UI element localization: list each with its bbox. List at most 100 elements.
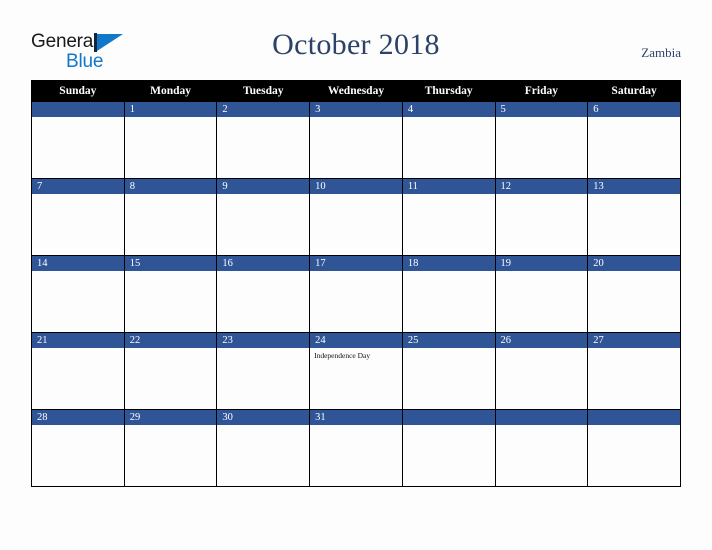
calendar-week-row: 21 22 23 24 Independence Day 25 26 27 <box>31 332 681 410</box>
day-event-area <box>403 271 495 274</box>
calendar-day-cell[interactable]: 24 Independence Day <box>309 332 403 410</box>
calendar-day-cell[interactable]: 18 <box>401 255 496 333</box>
calendar-day-cell[interactable]: 20 <box>587 255 681 333</box>
calendar-page: General Blue October 2018 Zambia Sunday M… <box>0 0 712 550</box>
calendar-day-cell[interactable]: 27 <box>587 332 681 410</box>
day-event-area <box>217 194 309 197</box>
calendar-day-cell[interactable]: 31 <box>309 409 403 487</box>
calendar-week-row: 7 8 9 10 11 12 13 <box>31 178 681 256</box>
day-event-area <box>588 117 680 120</box>
calendar-grid: Sunday Monday Tuesday Wednesday Thursday Frid… <box>31 80 681 487</box>
calendar-day-cell[interactable]: 1 <box>123 101 218 179</box>
calendar-body: 1 2 3 4 5 6 7 8 9 10 11 12 13 14 15 16 17 18 19 20 21 22 23 24 I… <box>31 101 681 487</box>
day-event-area <box>310 194 402 197</box>
calendar-day-cell[interactable]: 23 <box>216 332 311 410</box>
calendar-empty-cell <box>587 409 681 487</box>
calendar-week-row: 28 29 30 31 <box>31 409 681 487</box>
calendar-day-cell[interactable]: 26 <box>494 332 589 410</box>
calendar-day-cell[interactable]: 7 <box>31 178 125 256</box>
day-number: 21 <box>32 333 124 348</box>
day-event-area <box>125 194 217 197</box>
day-number: 24 <box>310 333 402 348</box>
calendar-header-row: Sunday Monday Tuesday Wednesday Thursday Frid… <box>31 80 681 102</box>
day-event-area <box>217 271 309 274</box>
calendar-day-cell[interactable]: 11 <box>401 178 496 256</box>
day-event-area <box>588 348 680 351</box>
day-number: 22 <box>124 333 217 348</box>
day-event-area <box>125 271 217 274</box>
region-label: Zambia <box>641 45 681 60</box>
day-number: 26 <box>495 333 588 348</box>
day-event-area <box>217 117 309 120</box>
day-number: 13 <box>588 179 680 194</box>
day-event-area <box>496 117 588 120</box>
page-title: October 2018 <box>272 28 440 61</box>
calendar-day-cell[interactable]: 19 <box>494 255 589 333</box>
calendar-day-cell[interactable]: 17 <box>309 255 403 333</box>
page-header: General Blue October 2018 Zambia <box>0 0 712 80</box>
day-number: 18 <box>402 256 495 271</box>
calendar-day-cell[interactable]: 8 <box>123 178 218 256</box>
day-number: 1 <box>124 102 217 117</box>
calendar-day-cell[interactable]: 21 <box>31 332 125 410</box>
weekday-header-wednesday: Wednesday <box>309 80 403 102</box>
day-number: 11 <box>402 179 495 194</box>
calendar-day-cell[interactable]: 14 <box>31 255 125 333</box>
day-number: 2 <box>217 102 310 117</box>
day-number: 27 <box>588 333 680 348</box>
day-event-area <box>310 271 402 274</box>
calendar-day-cell[interactable]: 15 <box>123 255 218 333</box>
day-number: 19 <box>495 256 588 271</box>
day-number: 20 <box>588 256 680 271</box>
calendar-day-cell[interactable]: 2 <box>216 101 311 179</box>
day-event-area <box>32 194 124 197</box>
calendar-day-cell[interactable]: 30 <box>216 409 311 487</box>
day-event-area <box>125 425 217 428</box>
calendar-day-cell[interactable]: 22 <box>123 332 218 410</box>
day-number: 25 <box>402 333 495 348</box>
calendar-week-row: 14 15 16 17 18 19 20 <box>31 255 681 333</box>
calendar-day-cell[interactable]: 6 <box>587 101 681 179</box>
day-event-area <box>496 348 588 351</box>
calendar-day-cell[interactable]: 5 <box>494 101 589 179</box>
day-event-area <box>403 117 495 120</box>
calendar-day-cell[interactable]: 16 <box>216 255 311 333</box>
calendar-day-cell[interactable]: 29 <box>123 409 218 487</box>
weekday-header-tuesday: Tuesday <box>216 80 311 102</box>
weekday-header-monday: Monday <box>123 80 218 102</box>
day-event-area <box>496 194 588 197</box>
day-number: 23 <box>217 333 310 348</box>
calendar-day-cell[interactable]: 9 <box>216 178 311 256</box>
day-event-area: Independence Day <box>310 348 402 361</box>
day-number: 16 <box>217 256 310 271</box>
weekday-header-saturday: Saturday <box>587 80 681 102</box>
weekday-header-sunday: Sunday <box>31 80 125 102</box>
calendar-day-cell[interactable]: 12 <box>494 178 589 256</box>
calendar-day-cell[interactable]: 3 <box>309 101 403 179</box>
day-number: 10 <box>310 179 402 194</box>
day-number <box>32 102 124 117</box>
calendar-day-cell[interactable]: 4 <box>401 101 496 179</box>
calendar-day-cell[interactable]: 25 <box>401 332 496 410</box>
weekday-header-friday: Friday <box>494 80 589 102</box>
calendar-table: Sunday Monday Tuesday Wednesday Thursday Frid… <box>31 80 681 487</box>
calendar-week-row: 123456 <box>31 101 681 179</box>
calendar-day-cell[interactable]: 10 <box>309 178 403 256</box>
day-number <box>588 410 680 425</box>
day-number: 14 <box>32 256 124 271</box>
day-number: 15 <box>124 256 217 271</box>
day-number <box>402 410 495 425</box>
day-event-area <box>32 348 124 351</box>
day-number: 12 <box>495 179 588 194</box>
day-event-area <box>496 425 588 428</box>
day-event-area <box>125 117 217 120</box>
day-number: 28 <box>32 410 124 425</box>
calendar-day-cell[interactable]: 13 <box>587 178 681 256</box>
day-event-area <box>588 271 680 274</box>
calendar-day-cell[interactable]: 28 <box>31 409 125 487</box>
day-event-area <box>310 117 402 120</box>
day-event-area <box>32 425 124 428</box>
day-event-area <box>496 271 588 274</box>
day-event-area <box>403 425 495 428</box>
day-event-area <box>588 425 680 428</box>
